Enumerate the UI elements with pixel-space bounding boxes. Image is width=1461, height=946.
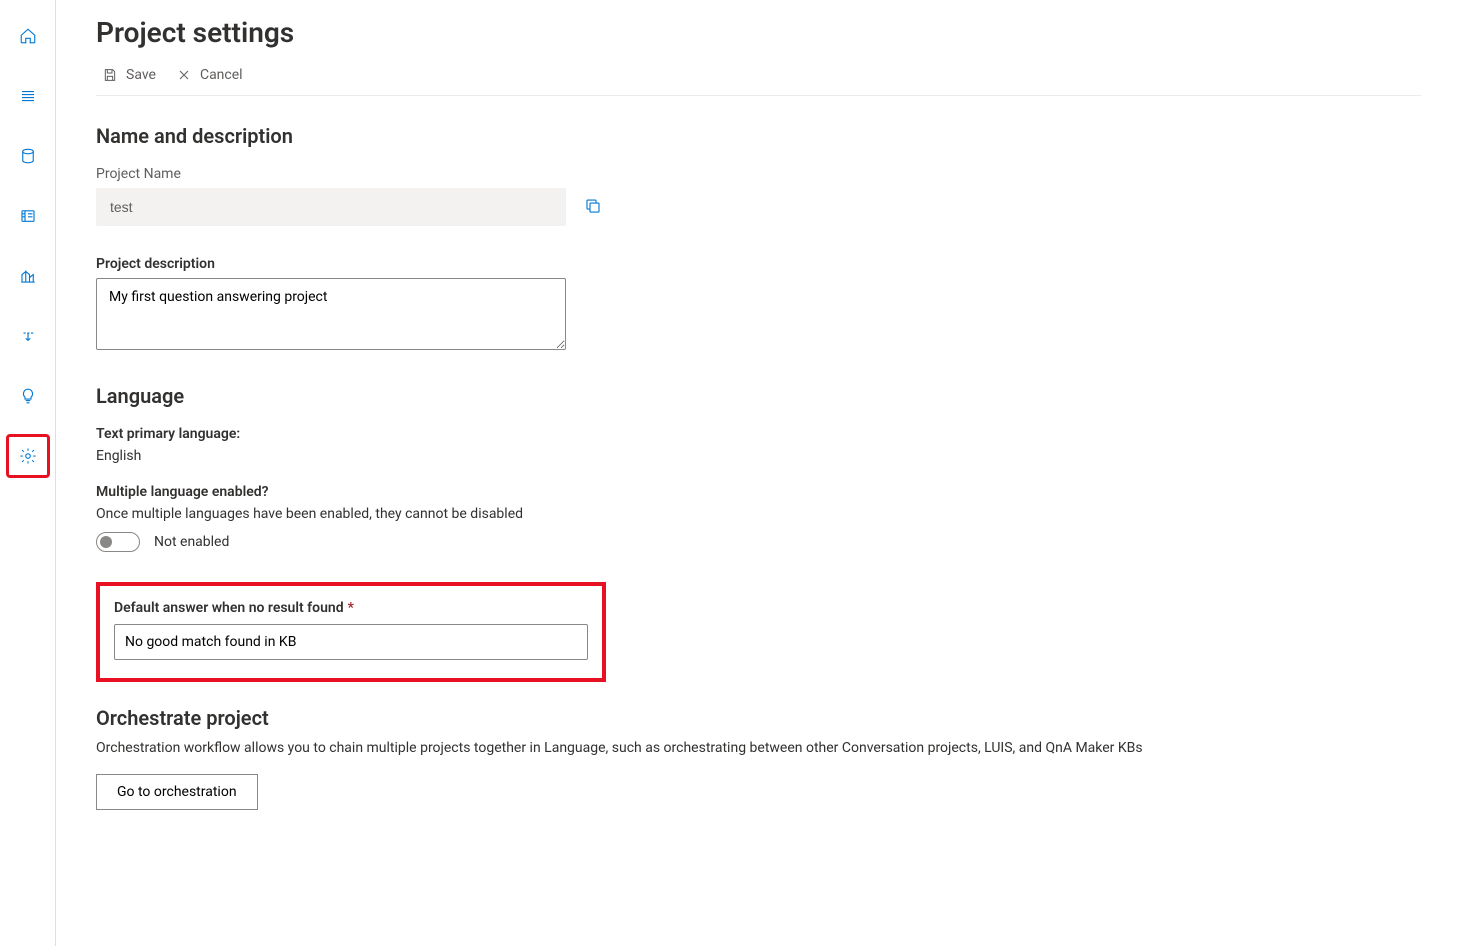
gear-icon (19, 447, 37, 465)
required-star: * (348, 600, 354, 616)
default-answer-label: Default answer when no result found (114, 600, 344, 616)
section-language-heading: Language (96, 384, 1421, 408)
sidebar-item-list[interactable] (8, 76, 48, 116)
multi-lang-toggle[interactable] (96, 532, 140, 552)
save-button-label: Save (126, 67, 156, 83)
sidebar (0, 0, 56, 946)
main-content: Project settings Save Cancel Name and de… (56, 0, 1461, 946)
go-to-orchestration-button[interactable]: Go to orchestration (96, 774, 258, 810)
close-icon (176, 67, 192, 83)
sidebar-item-knowledge[interactable] (8, 196, 48, 236)
multi-lang-toggle-text: Not enabled (154, 534, 229, 550)
building-icon (19, 267, 37, 285)
sidebar-item-intents[interactable] (8, 256, 48, 296)
sidebar-item-settings[interactable] (8, 436, 48, 476)
page-title: Project settings (96, 16, 1421, 49)
sidebar-item-deploy[interactable] (8, 316, 48, 356)
home-icon (19, 27, 37, 45)
orchestrate-description: Orchestration workflow allows you to cha… (96, 740, 1421, 756)
cylinder-icon (19, 147, 37, 165)
sidebar-item-database[interactable] (8, 136, 48, 176)
copy-icon (584, 197, 602, 215)
knowledge-icon (19, 207, 37, 225)
save-icon (102, 67, 118, 83)
project-desc-label: Project description (96, 256, 1421, 272)
lightbulb-icon (19, 387, 37, 405)
save-button[interactable]: Save (102, 67, 156, 83)
sidebar-item-home[interactable] (8, 16, 48, 56)
default-answer-section: Default answer when no result found* (96, 582, 606, 682)
cancel-button-label: Cancel (200, 67, 243, 83)
deploy-icon (19, 327, 37, 345)
primary-lang-label: Text primary language: (96, 426, 1421, 442)
list-icon (19, 87, 37, 105)
copy-name-button[interactable] (584, 197, 604, 217)
sidebar-item-suggestions[interactable] (8, 376, 48, 416)
primary-lang-value: English (96, 448, 1421, 464)
multi-lang-note: Once multiple languages have been enable… (96, 506, 1421, 522)
section-orchestrate-heading: Orchestrate project (96, 706, 1421, 730)
project-desc-input[interactable] (96, 278, 566, 350)
toolbar: Save Cancel (96, 67, 1421, 96)
multi-lang-label: Multiple language enabled? (96, 484, 1421, 500)
section-name-desc-heading: Name and description (96, 124, 1421, 148)
project-name-input[interactable] (96, 188, 566, 226)
default-answer-input[interactable] (114, 624, 588, 660)
project-name-label: Project Name (96, 166, 1421, 182)
cancel-button[interactable]: Cancel (176, 67, 243, 83)
